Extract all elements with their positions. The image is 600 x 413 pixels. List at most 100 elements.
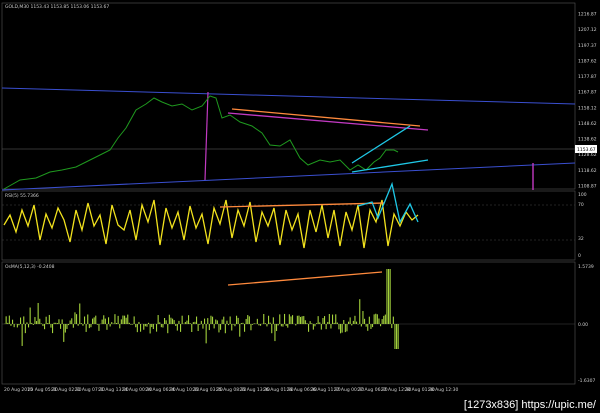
osma-bar: [114, 314, 116, 324]
osma-bar: [60, 324, 62, 329]
osma-bar: [159, 322, 161, 324]
osma-bar: [71, 318, 73, 324]
osma-bar: [349, 317, 351, 324]
osma-bar: [149, 324, 151, 334]
osma-bar: [391, 324, 393, 329]
osma-axis-label: -1.6307: [578, 378, 596, 384]
osma-bar: [384, 314, 386, 324]
time-axis: 20 Aug 201520 Aug 05:3021 Aug 02:3021 Au…: [4, 387, 458, 393]
osma-bar: [383, 315, 385, 324]
vertical-marker-line[interactable]: [204, 91, 209, 181]
osma-bar: [48, 314, 50, 324]
osma-bar: [260, 324, 262, 326]
osma-bar: [250, 324, 252, 331]
osma-bar: [162, 324, 164, 328]
osma-bar: [80, 323, 82, 324]
osma-bar: [309, 321, 311, 324]
price-axis-label: 1128.62: [578, 152, 597, 158]
osma-bar: [341, 324, 343, 333]
osma-bar: [199, 324, 201, 325]
osma-bar: [88, 324, 90, 329]
osma-bar: [44, 324, 46, 330]
osma-bar: [282, 324, 284, 327]
osma-bar: [365, 324, 367, 327]
osma-bar: [228, 324, 230, 326]
osma-bar: [152, 324, 154, 330]
osma-bar: [191, 324, 193, 333]
osma-bar: [296, 315, 298, 324]
osma-bar: [178, 320, 180, 324]
osma-bar: [359, 299, 361, 324]
osma-bar: [287, 324, 289, 328]
osma-bar: [224, 324, 226, 334]
osma-bar: [39, 318, 41, 324]
price-axis-label: 1167.87: [578, 90, 597, 96]
current-price-label: 1153.67: [577, 147, 596, 153]
osma-bar: [165, 320, 167, 324]
price-axis-label: 1108.87: [578, 184, 597, 190]
osma-bar: [303, 316, 305, 324]
osma-bar: [280, 324, 282, 327]
osma-bar: [124, 315, 126, 324]
osma-bar: [24, 324, 26, 334]
rsi-axis-label: 0: [578, 253, 581, 259]
osma-bar: [223, 316, 225, 324]
osma-bar: [362, 311, 364, 324]
osma-bar: [298, 315, 300, 324]
osma-bar: [364, 318, 366, 324]
price-axis-label: 1148.62: [578, 121, 597, 127]
osma-bar: [256, 318, 258, 324]
osma-bar: [18, 324, 20, 326]
osma-bar: [306, 323, 308, 324]
osma-bar: [103, 315, 105, 324]
rsi-panel-frame: [1, 190, 576, 261]
main-price-axis: 1216.87 1207.12 1197.37 1187.62 1177.87 1167.…: [578, 12, 597, 190]
channel-top-line[interactable]: [1, 87, 576, 105]
osma-bar: [221, 319, 223, 324]
osma-bar: [143, 324, 145, 330]
osma-bar: [16, 324, 18, 328]
osma-bar: [316, 323, 318, 324]
osma-bar: [133, 316, 135, 324]
osma-trendline-orange[interactable]: [227, 271, 383, 286]
osma-bar: [220, 324, 222, 330]
osma-bar: [125, 317, 127, 324]
osma-bar: [284, 313, 286, 324]
osma-bar: [392, 316, 394, 324]
osma-bar: [247, 315, 249, 324]
osma-bar: [31, 322, 33, 324]
osma-bar: [295, 324, 297, 326]
osma-bar: [26, 322, 28, 324]
osma-bar: [23, 316, 25, 324]
osma-bar: [253, 323, 255, 324]
osma-bar: [288, 314, 290, 324]
osma-bar: [93, 317, 95, 324]
channel-bottom-line[interactable]: [1, 162, 576, 191]
osma-bar: [266, 324, 268, 327]
osma-bar: [236, 315, 238, 324]
trendline-magenta[interactable]: [227, 112, 429, 131]
osma-bar: [192, 322, 194, 324]
osma-bar: [196, 316, 198, 324]
osma-bar: [304, 320, 306, 324]
osma-bar: [120, 319, 122, 324]
osma-axis-label: 1.5739: [578, 264, 594, 270]
rsi-axis: 100 70 32 0: [578, 192, 587, 259]
osma-bar: [322, 318, 324, 324]
osma-bar: [328, 314, 330, 324]
osma-bar: [136, 324, 138, 333]
osma-bar: [327, 321, 329, 324]
osma-bar: [274, 324, 276, 342]
osma-bar: [333, 322, 335, 324]
osma-bar: [242, 322, 244, 324]
osma-bar: [264, 323, 266, 324]
osma-bar: [277, 324, 279, 326]
trading-chart[interactable]: 1216.87 1207.12 1197.37 1187.62 1177.87 1167.…: [0, 0, 600, 413]
osma-bar: [202, 324, 204, 329]
osma-bar: [396, 324, 398, 349]
osma-bar: [167, 324, 169, 334]
osma-bar: [226, 320, 228, 324]
trendline-orange-main[interactable]: [231, 108, 421, 127]
osma-bar: [325, 324, 327, 330]
osma-bar: [330, 324, 332, 329]
